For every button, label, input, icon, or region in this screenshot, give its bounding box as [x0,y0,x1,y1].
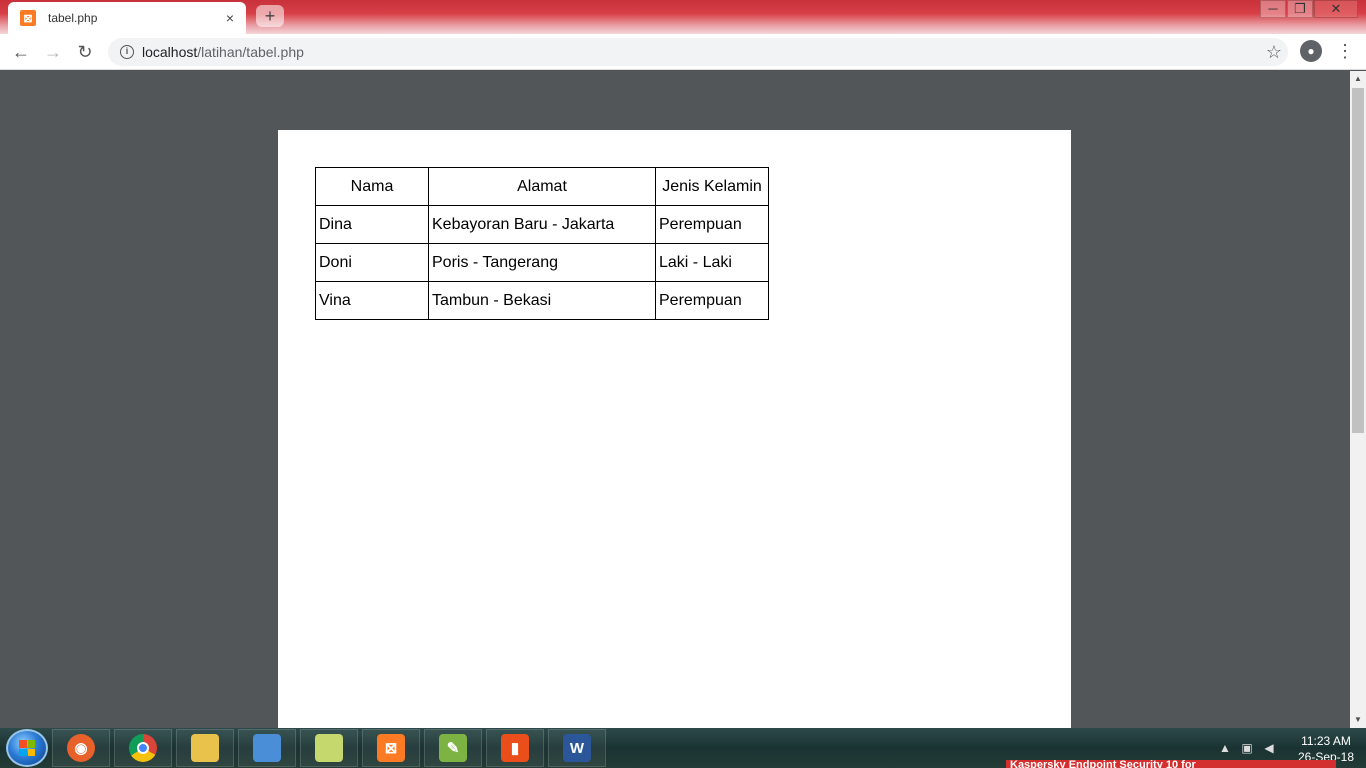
table-cell: Tambun - Bekasi [428,281,656,320]
network-icon[interactable]: ▣ [1236,741,1258,755]
taskbar-app-xampp[interactable]: ⊠ [362,729,420,767]
show-hidden-icons-chevron-icon[interactable]: ▲ [1214,741,1236,755]
chrome-icon [129,734,157,762]
firefox-icon: ◉ [67,734,95,762]
table-cell: Dina [315,205,429,244]
data-table: Nama Alamat Jenis Kelamin Dina Kebayoran… [315,167,769,320]
table-row: Vina Tambun - Bekasi Perempuan [315,281,769,320]
notepad-icon: ✎ [439,734,467,762]
word-icon: W [563,734,591,762]
window-controls: ─ ❐ ✕ [1259,0,1358,18]
back-arrow-icon[interactable]: ← [5,36,37,68]
address-bar[interactable]: i localhost/latihan/tabel.php ☆ [108,38,1288,66]
table-row: Dina Kebayoran Baru - Jakarta Perempuan [315,205,769,244]
table-cell: Kebayoran Baru - Jakarta [428,205,656,244]
folder-icon [315,734,343,762]
table-cell: Doni [315,243,429,282]
xampp-icon: ⊠ [377,734,405,762]
clock-time: 11:23 AM [1301,734,1351,748]
windows-logo-icon [19,740,35,756]
restore-button[interactable]: ❐ [1287,0,1313,18]
table-cell: Perempuan [655,281,769,320]
volume-icon[interactable]: ◀ [1258,741,1280,755]
menu-kebab-icon[interactable]: ⋮ [1336,38,1354,64]
header-nama: Nama [315,167,429,206]
title-bar: ⊠ tabel.php × + ─ ❐ ✕ [0,0,1366,34]
close-window-button[interactable]: ✕ [1314,0,1358,18]
profile-icon[interactable]: ● [1300,40,1322,62]
document-page: Nama Alamat Jenis Kelamin Dina Kebayoran… [278,130,1071,728]
start-button[interactable] [6,729,48,767]
scroll-down-arrow-icon[interactable]: ▼ [1350,712,1366,728]
forward-arrow-icon[interactable]: → [37,36,69,68]
minimize-button[interactable]: ─ [1260,0,1286,18]
scroll-up-arrow-icon[interactable]: ▲ [1350,71,1366,87]
header-alamat: Alamat [428,167,656,206]
taskbar-app-word[interactable]: W [548,729,606,767]
tab-title: tabel.php [48,11,98,25]
table-row: Doni Poris - Tangerang Laki - Laki [315,243,769,282]
close-tab-icon[interactable]: × [220,10,240,26]
taskbar-app-chrome[interactable] [114,729,172,767]
url-host: localhost [142,44,198,60]
url-text[interactable]: localhost/latihan/tabel.php [142,44,1260,60]
info-icon[interactable]: i [120,45,134,59]
office-icon: ▮ [501,734,529,762]
taskbar-app-control-panel[interactable] [238,729,296,767]
table-cell: Perempuan [655,205,769,244]
browser-tab[interactable]: ⊠ tabel.php × [8,2,246,34]
table-cell: Laki - Laki [655,243,769,282]
taskbar-app-firefox[interactable]: ◉ [52,729,110,767]
header-jenis-kelamin: Jenis Kelamin [655,167,769,206]
bookmark-star-icon[interactable]: ☆ [1260,42,1288,63]
kaspersky-notification[interactable]: Kaspersky Endpoint Security 10 for [1006,760,1336,768]
new-tab-button[interactable]: + [256,5,284,27]
table-cell: Poris - Tangerang [428,243,656,282]
reload-icon[interactable]: ↻ [69,36,101,68]
taskbar-app-folder[interactable] [300,729,358,767]
table-cell: Vina [315,281,429,320]
taskbar-app-file-explorer[interactable] [176,729,234,767]
url-path: /latihan/tabel.php [197,44,304,60]
table-header-row: Nama Alamat Jenis Kelamin [315,167,769,206]
taskbar-app-office[interactable]: ▮ [486,729,544,767]
folder-icon [191,734,219,762]
vertical-scrollbar[interactable]: ▲ ▼ [1350,71,1366,728]
control-panel-icon [253,734,281,762]
browser-toolbar: ← → ↻ i localhost/latihan/tabel.php ☆ [0,34,1366,70]
xampp-icon: ⊠ [20,10,36,26]
content-viewer: Nama Alamat Jenis Kelamin Dina Kebayoran… [0,71,1350,728]
taskbar-app-notepad-plus-plus[interactable]: ✎ [424,729,482,767]
scroll-thumb[interactable] [1352,88,1364,433]
